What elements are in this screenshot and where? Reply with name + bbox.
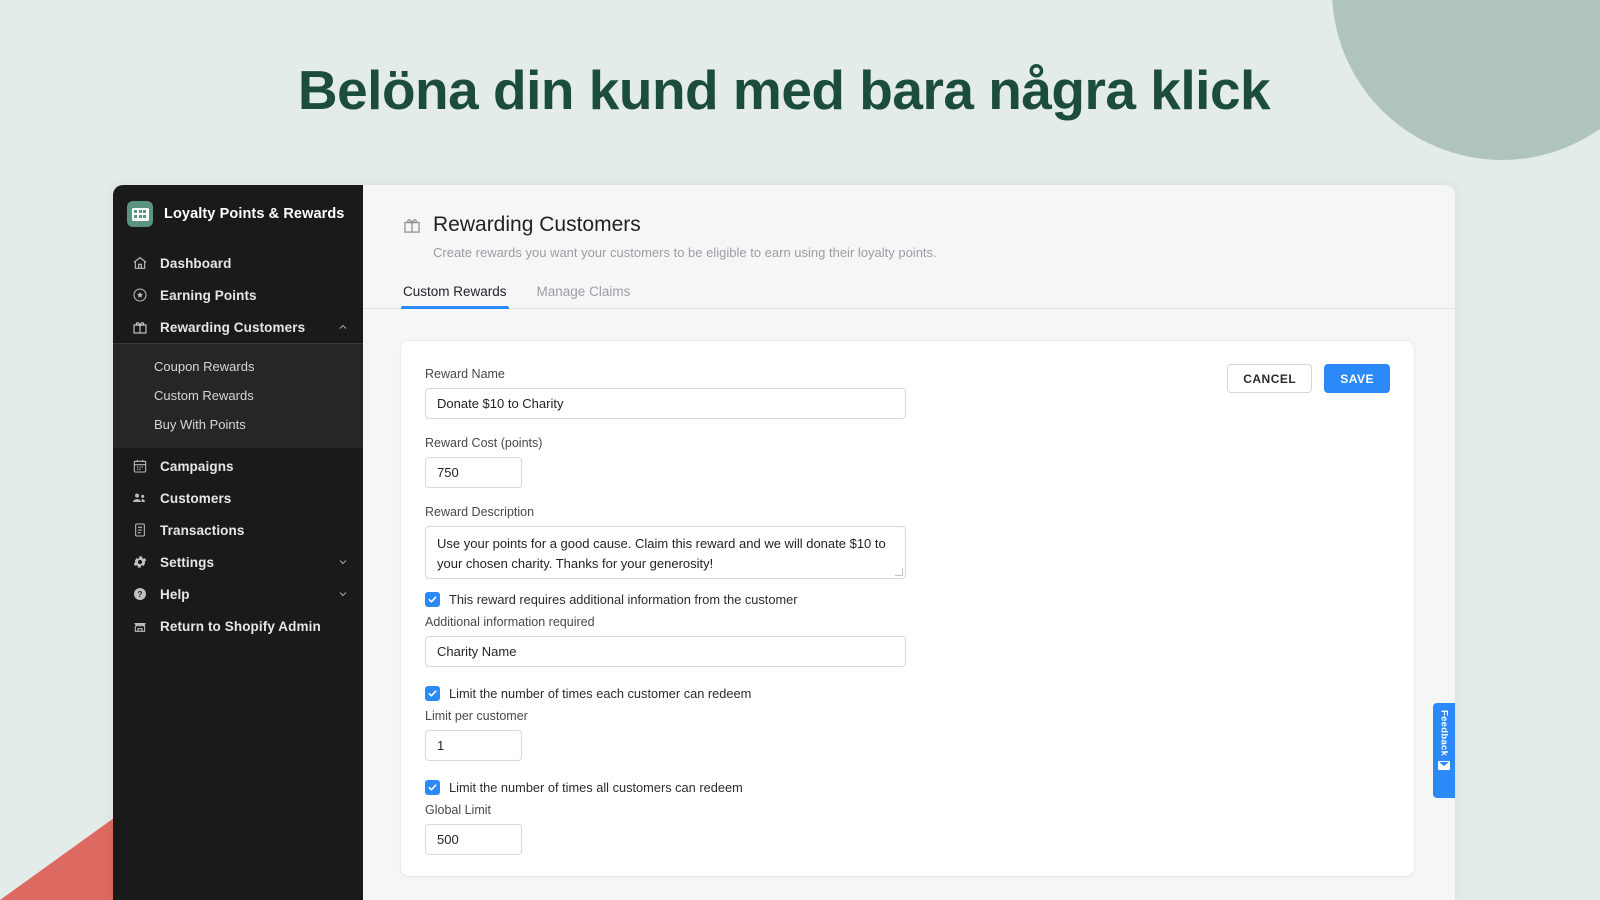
sidebar-item-help[interactable]: ? Help	[113, 578, 363, 610]
sidebar-item-settings[interactable]: Settings	[113, 546, 363, 578]
sidebar-item-label: Return to Shopify Admin	[160, 618, 321, 634]
calendar-icon	[131, 458, 148, 475]
sidebar-item-label: Customers	[160, 490, 232, 506]
chevron-down-icon[interactable]	[336, 556, 349, 569]
storefront-icon	[131, 618, 148, 635]
sidebar-item-transactions[interactable]: Transactions	[113, 514, 363, 546]
tab-bar: Custom Rewards Manage Claims	[363, 278, 1455, 309]
feedback-label: Feedback	[1438, 710, 1450, 757]
global-limit-input[interactable]: 500	[425, 824, 522, 855]
field-global-limit: Global Limit 500	[401, 803, 1414, 855]
page-title: Rewarding Customers	[433, 213, 641, 236]
sidebar-item-label: Earning Points	[160, 287, 257, 303]
reward-description-textarea[interactable]: Use your points for a good cause. Claim …	[425, 526, 906, 579]
sidebar-subitem-label: Buy With Points	[154, 417, 246, 432]
additional-info-checkbox-label: This reward requires additional informat…	[449, 592, 798, 607]
field-reward-description: Reward Description Use your points for a…	[401, 505, 1414, 579]
page-title-row: Rewarding Customers	[401, 213, 1455, 237]
additional-info-label: Additional information required	[425, 615, 595, 629]
page-header: Rewarding Customers Create rewards you w…	[363, 185, 1455, 260]
cancel-button[interactable]: CANCEL	[1227, 364, 1313, 393]
gift-icon	[401, 214, 423, 236]
checkbox-checked-icon[interactable]	[425, 780, 440, 795]
sidebar-item-label: Campaigns	[160, 458, 234, 474]
field-additional-info: Additional information required Charity …	[401, 615, 1414, 667]
global-limit-checkbox-row[interactable]: Limit the number of times all customers …	[401, 780, 1414, 795]
main-content: Rewarding Customers Create rewards you w…	[363, 185, 1455, 900]
tab-custom-rewards[interactable]: Custom Rewards	[401, 278, 509, 309]
sidebar-subitem-label: Custom Rewards	[154, 388, 254, 403]
home-icon	[131, 255, 148, 272]
page-headline: Belöna din kund med bara några klick	[297, 59, 1271, 121]
tab-manage-claims[interactable]: Manage Claims	[535, 278, 633, 308]
reward-description-label: Reward Description	[425, 505, 535, 519]
reward-form-card: CANCEL SAVE Reward Name Donate $10 to Ch…	[401, 341, 1414, 876]
chevron-down-icon[interactable]	[336, 588, 349, 601]
tab-label: Custom Rewards	[403, 284, 507, 299]
sidebar-item-label: Help	[160, 586, 190, 602]
save-button[interactable]: SAVE	[1324, 364, 1390, 393]
tab-label: Manage Claims	[536, 284, 631, 299]
app-logo-icon	[127, 201, 153, 227]
brand-name: Loyalty Points & Rewards	[164, 206, 345, 222]
limit-per-customer-label: Limit per customer	[425, 709, 528, 723]
sidebar-item-label: Dashboard	[160, 255, 232, 271]
envelope-icon	[1438, 761, 1450, 771]
limit-per-customer-checkbox-row[interactable]: Limit the number of times each customer …	[401, 686, 1414, 701]
field-limit-per-customer: Limit per customer 1	[401, 709, 1414, 761]
sidebar: Loyalty Points & Rewards Dashboard Earni…	[113, 185, 363, 900]
sidebar-item-campaigns[interactable]: Campaigns	[113, 450, 363, 482]
reward-cost-input[interactable]: 750	[425, 457, 522, 488]
gear-icon	[131, 554, 148, 571]
sidebar-item-label: Transactions	[160, 522, 245, 538]
additional-info-checkbox-row[interactable]: This reward requires additional informat…	[401, 592, 1414, 607]
sidebar-item-dashboard[interactable]: Dashboard	[113, 247, 363, 279]
app-window: Loyalty Points & Rewards Dashboard Earni…	[113, 185, 1455, 900]
question-circle-icon: ?	[131, 586, 148, 603]
sidebar-item-label: Rewarding Customers	[160, 319, 306, 335]
sidebar-item-rewarding-customers[interactable]: Rewarding Customers	[113, 311, 363, 343]
sidebar-item-return-to-shopify-admin[interactable]: Return to Shopify Admin	[113, 610, 363, 642]
limit-per-customer-checkbox-label: Limit the number of times each customer …	[449, 686, 752, 701]
sidebar-subitem-coupon-rewards[interactable]: Coupon Rewards	[113, 352, 363, 381]
reward-cost-label: Reward Cost (points)	[425, 436, 543, 450]
feedback-tab[interactable]: Feedback	[1433, 703, 1455, 798]
sidebar-subitem-custom-rewards[interactable]: Custom Rewards	[113, 381, 363, 410]
svg-text:?: ?	[137, 590, 142, 599]
sidebar-item-earning-points[interactable]: Earning Points	[113, 279, 363, 311]
star-circle-icon	[131, 287, 148, 304]
sidebar-item-customers[interactable]: Customers	[113, 482, 363, 514]
card-actions: CANCEL SAVE	[1227, 364, 1390, 393]
additional-info-input[interactable]: Charity Name	[425, 636, 906, 667]
sidebar-item-label: Settings	[160, 554, 215, 570]
sidebar-subitem-buy-with-points[interactable]: Buy With Points	[113, 410, 363, 439]
reward-name-input[interactable]: Donate $10 to Charity	[425, 388, 906, 419]
page-subtitle: Create rewards you want your customers t…	[433, 245, 937, 260]
checkbox-checked-icon[interactable]	[425, 592, 440, 607]
global-limit-label: Global Limit	[425, 803, 491, 817]
people-icon	[131, 490, 148, 507]
sidebar-submenu: Coupon Rewards Custom Rewards Buy With P…	[113, 343, 363, 448]
field-reward-cost: Reward Cost (points) 750	[401, 436, 1414, 488]
checkbox-checked-icon[interactable]	[425, 686, 440, 701]
sidebar-subitem-label: Coupon Rewards	[154, 359, 255, 374]
brand: Loyalty Points & Rewards	[113, 185, 363, 241]
limit-per-customer-input[interactable]: 1	[425, 730, 522, 761]
chevron-up-icon[interactable]	[336, 321, 349, 334]
global-limit-checkbox-label: Limit the number of times all customers …	[449, 780, 743, 795]
list-document-icon	[131, 522, 148, 539]
gift-icon	[131, 319, 148, 336]
